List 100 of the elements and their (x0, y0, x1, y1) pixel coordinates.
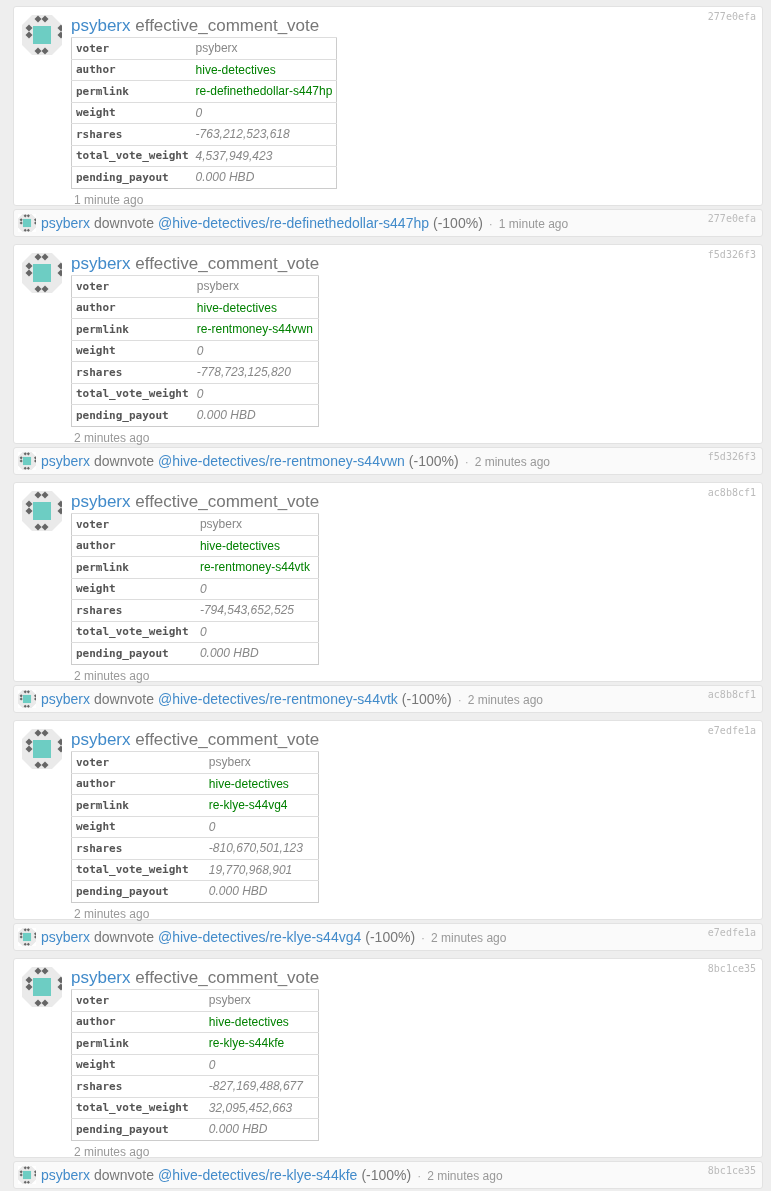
timestamp: 2 minutes ago (74, 1144, 151, 1159)
field-key: weight (71, 340, 193, 362)
identicon-icon[interactable] (22, 15, 62, 55)
vote-percent: (-100%) (401, 691, 452, 707)
separator-dot: · (457, 693, 462, 707)
timestamp: 1 minute ago (498, 217, 569, 231)
field-value: -763,212,523,618 (191, 123, 337, 145)
transaction-hash[interactable]: e7edfe1a (707, 725, 756, 736)
timestamp: 2 minutes ago (74, 668, 151, 683)
account-link[interactable]: psyberx (71, 968, 131, 987)
transaction-hash[interactable]: 8bc1ce35 (707, 1165, 756, 1176)
identicon-icon[interactable] (18, 928, 36, 946)
account-link[interactable]: psyberx (41, 929, 91, 945)
field-key: pending_payout (71, 880, 205, 902)
post-link[interactable]: @hive-detectives/re-klye-s44vg4 (157, 929, 362, 945)
account-link[interactable]: psyberx (71, 16, 131, 35)
account-link[interactable]: psyberx (71, 730, 131, 749)
transaction-hash[interactable]: ac8b8cf1 (707, 487, 756, 498)
field-value[interactable]: hive-detectives (204, 1011, 319, 1033)
field-value[interactable]: re-klye-s44kfe (204, 1032, 319, 1054)
field-value: -778,723,125,820 (192, 361, 319, 383)
field-key: author (71, 59, 192, 81)
field-key: weight (71, 578, 196, 600)
transaction-hash[interactable]: f5d326f3 (707, 249, 756, 260)
account-link[interactable]: psyberx (41, 691, 91, 707)
vote-percent: (-100%) (408, 453, 459, 469)
field-value[interactable]: hive-detectives (191, 59, 337, 81)
timestamp: 1 minute ago (74, 192, 145, 207)
field-key: voter (71, 37, 192, 59)
field-key: rshares (71, 123, 192, 145)
identicon-icon[interactable] (22, 967, 62, 1007)
account-link[interactable]: psyberx (71, 492, 131, 511)
field-value: psyberx (192, 275, 319, 297)
timestamp: 2 minutes ago (467, 693, 543, 707)
field-value: 0 (191, 102, 337, 124)
operation-type: effective_comment_vote (135, 254, 320, 273)
field-key: voter (71, 513, 196, 535)
timestamp: 2 minutes ago (427, 1169, 503, 1183)
account-link[interactable]: psyberx (71, 254, 131, 273)
action-label: downvote (94, 929, 154, 945)
field-value: -810,670,501,123 (204, 837, 319, 859)
transaction-hash[interactable]: 277e0efa (707, 213, 756, 224)
timestamp: 2 minutes ago (74, 906, 151, 921)
field-key: voter (71, 275, 193, 297)
identicon-icon[interactable] (18, 452, 36, 470)
account-link[interactable]: psyberx (41, 453, 91, 469)
operation-type: effective_comment_vote (135, 16, 320, 35)
identicon-icon[interactable] (22, 491, 62, 531)
field-value: 0 (192, 340, 319, 362)
timestamp: 2 minutes ago (74, 430, 151, 445)
action-label: downvote (94, 1167, 154, 1183)
field-value: 0 (192, 383, 319, 405)
identicon-icon[interactable] (22, 729, 62, 769)
field-value[interactable]: re-rentmoney-s44vwn (192, 318, 319, 340)
transaction-hash[interactable]: 8bc1ce35 (707, 963, 756, 974)
field-key: rshares (71, 1075, 205, 1097)
field-key: total_vote_weight (71, 145, 192, 167)
field-key: total_vote_weight (71, 1097, 205, 1119)
action-label: downvote (94, 691, 154, 707)
field-key: voter (71, 989, 205, 1011)
transaction-hash[interactable]: ac8b8cf1 (707, 689, 756, 700)
post-link[interactable]: @hive-detectives/re-rentmoney-s44vtk (157, 691, 398, 707)
field-value: 32,095,452,663 (204, 1097, 319, 1119)
field-key: rshares (71, 599, 196, 621)
field-key: weight (71, 1054, 205, 1076)
field-value: 0.000 HBD (191, 166, 337, 188)
transaction-hash[interactable]: f5d326f3 (707, 451, 756, 462)
account-link[interactable]: psyberx (41, 1167, 91, 1183)
identicon-icon[interactable] (18, 690, 36, 708)
field-value[interactable]: hive-detectives (195, 535, 319, 557)
field-value[interactable]: re-definethedollar-s447hp (191, 80, 337, 102)
field-value[interactable]: re-klye-s44vg4 (204, 794, 319, 816)
operation-type: effective_comment_vote (135, 492, 320, 511)
timestamp: 2 minutes ago (431, 931, 507, 945)
field-key: permlink (71, 794, 205, 816)
post-link[interactable]: @hive-detectives/re-rentmoney-s44vwn (157, 453, 405, 469)
separator-dot: · (488, 217, 493, 231)
field-value: 0 (204, 1054, 319, 1076)
field-key: author (71, 1011, 205, 1033)
transaction-hash[interactable]: e7edfe1a (707, 927, 756, 938)
field-key: author (71, 773, 205, 795)
action-label: downvote (94, 453, 154, 469)
transaction-hash[interactable]: 277e0efa (707, 11, 756, 22)
field-value: 0.000 HBD (204, 1118, 319, 1140)
field-value[interactable]: hive-detectives (204, 773, 319, 795)
field-key: total_vote_weight (71, 859, 205, 881)
post-link[interactable]: @hive-detectives/re-definethedollar-s447hp (157, 215, 429, 231)
field-value[interactable]: re-rentmoney-s44vtk (195, 556, 319, 578)
account-link[interactable]: psyberx (41, 215, 91, 231)
field-key: author (71, 297, 193, 319)
identicon-icon[interactable] (22, 253, 62, 293)
field-value: -827,169,488,677 (204, 1075, 319, 1097)
field-value: 19,770,968,901 (204, 859, 319, 881)
identicon-icon[interactable] (18, 214, 36, 232)
field-value: 4,537,949,423 (191, 145, 337, 167)
field-key: rshares (71, 361, 193, 383)
field-value[interactable]: hive-detectives (192, 297, 319, 319)
identicon-icon[interactable] (18, 1166, 36, 1184)
field-key: voter (71, 751, 205, 773)
post-link[interactable]: @hive-detectives/re-klye-s44kfe (157, 1167, 358, 1183)
